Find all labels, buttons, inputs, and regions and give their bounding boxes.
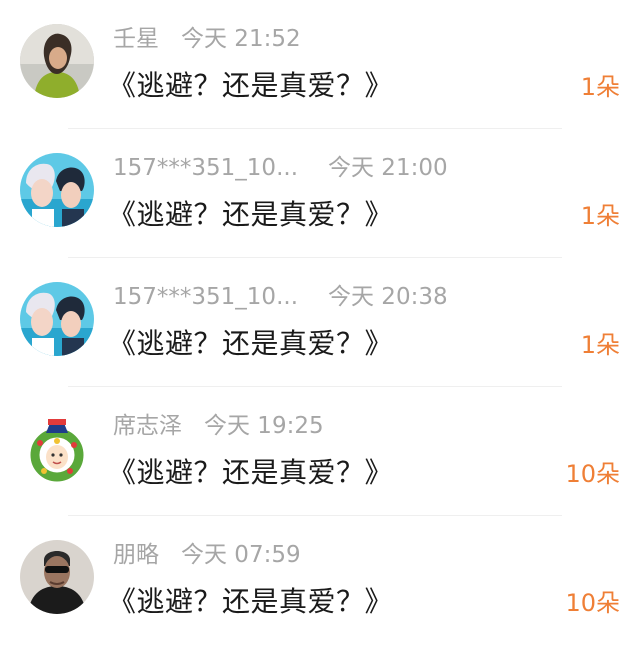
user-avatar-icon[interactable]	[20, 282, 94, 356]
sender-name[interactable]: 157***351_10...	[113, 151, 298, 185]
entry-meta: 157***351_10... 今天 21:00	[113, 151, 448, 185]
entry-meta: 壬星 今天 21:52	[113, 22, 301, 56]
entry-meta: 席志泽 今天 19:25	[113, 409, 324, 443]
flower-count: 10朵	[565, 589, 620, 617]
list-item[interactable]: 壬星 今天 21:52 《逃避？还是真爱？》 1朵	[0, 0, 640, 129]
flower-count: 1朵	[580, 331, 620, 359]
timestamp: 今天 07:59	[181, 542, 301, 568]
post-title[interactable]: 《逃避？还是真爱？》	[108, 580, 393, 624]
timestamp: 今天 21:52	[181, 26, 301, 52]
post-title[interactable]: 《逃避？还是真爱？》	[108, 322, 393, 366]
timestamp: 今天 19:25	[204, 413, 324, 439]
sender-name[interactable]: 157***351_10...	[113, 280, 298, 314]
user-avatar-icon[interactable]	[20, 153, 94, 227]
flower-count: 1朵	[580, 73, 620, 101]
timestamp: 今天 20:38	[328, 284, 448, 310]
list-item[interactable]: 席志泽 今天 19:25 《逃避？还是真爱？》 10朵	[0, 387, 640, 516]
post-title[interactable]: 《逃避？还是真爱？》	[108, 193, 393, 237]
sender-name[interactable]: 朋略	[113, 538, 159, 572]
post-title[interactable]: 《逃避？还是真爱？》	[108, 64, 393, 108]
entry-meta: 157***351_10... 今天 20:38	[113, 280, 448, 314]
sender-name[interactable]: 壬星	[113, 22, 159, 56]
user-avatar-icon[interactable]	[20, 540, 94, 614]
wreath-avatar-icon[interactable]	[20, 411, 94, 485]
timestamp: 今天 21:00	[328, 155, 448, 181]
flower-count: 10朵	[565, 460, 620, 488]
sender-name[interactable]: 席志泽	[113, 409, 182, 443]
list-item[interactable]: 157***351_10... 今天 21:00 《逃避？还是真爱？》 1朵	[0, 129, 640, 258]
list-item[interactable]: 157***351_10... 今天 20:38 《逃避？还是真爱？》 1朵	[0, 258, 640, 387]
list-item[interactable]: 朋略 今天 07:59 《逃避？还是真爱？》 10朵	[0, 516, 640, 645]
entry-meta: 朋略 今天 07:59	[113, 538, 301, 572]
user-avatar-icon[interactable]	[20, 24, 94, 98]
gift-list: 壬星 今天 21:52 《逃避？还是真爱？》 1朵 157***351_10...…	[0, 0, 640, 641]
post-title[interactable]: 《逃避？还是真爱？》	[108, 451, 393, 495]
flower-count: 1朵	[580, 202, 620, 230]
